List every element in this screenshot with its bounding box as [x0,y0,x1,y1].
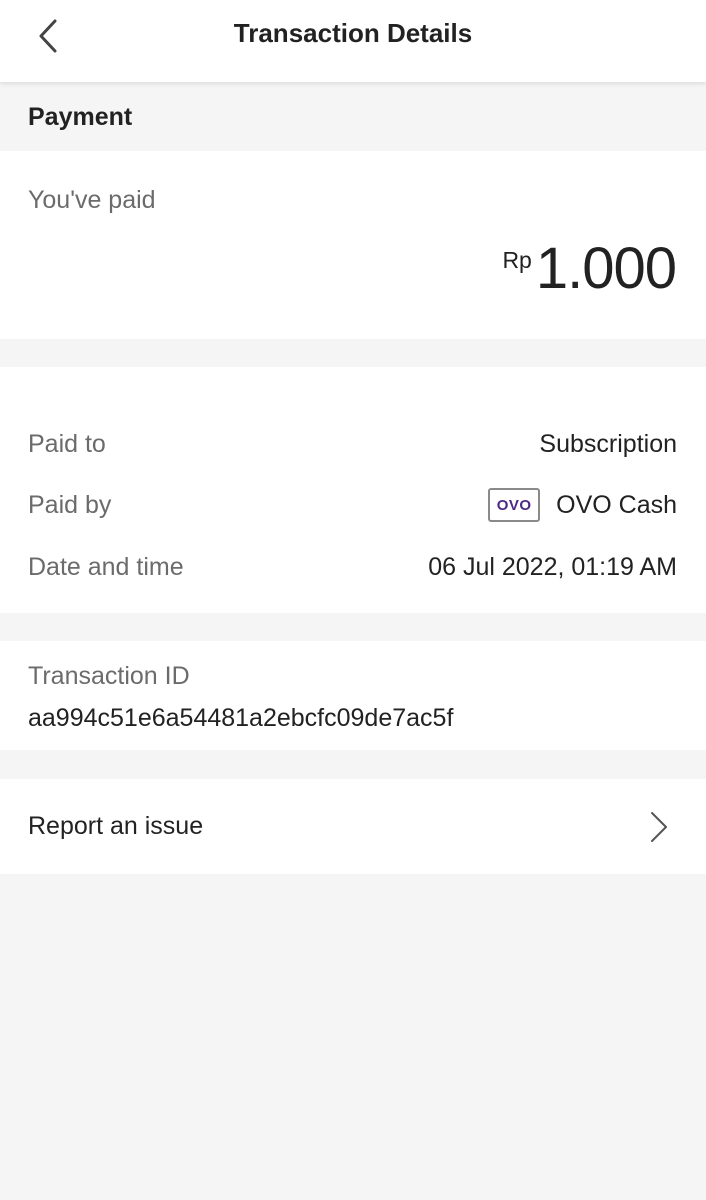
amount-display: Rp 1.000 [502,236,677,301]
detail-label: Date and time [28,552,184,581]
section-label-payment: Payment [28,103,133,131]
detail-value: OVO Cash [556,490,677,519]
paid-label: You've paid [28,186,156,214]
detail-value: Subscription [539,429,677,458]
currency-label: Rp [502,247,532,273]
transaction-id-value[interactable]: aa994c51e6a54481a2ebcfc09de7ac5f [28,704,453,733]
payment-method: OVO OVO Cash [488,488,677,522]
amount-value: 1.000 [535,236,677,301]
transaction-id-label: Transaction ID [28,662,190,690]
report-issue-button[interactable]: Report an issue [0,779,706,874]
details-card: Paid to Subscription Paid by OVO OVO Cas… [0,367,706,613]
report-issue-label: Report an issue [28,812,204,840]
page-title: Transaction Details [233,18,473,48]
app-header: Transaction Details [0,0,706,82]
detail-value: 06 Jul 2022, 01:19 AM [428,552,677,581]
amount-card: You've paid Rp 1.000 [0,151,706,339]
detail-row-paid-by: Paid by OVO OVO Cash [28,485,677,525]
ovo-logo-icon: OVO [488,488,541,522]
transaction-id-card: Transaction ID aa994c51e6a54481a2ebcfc09… [0,641,706,750]
detail-row-date-time: Date and time 06 Jul 2022, 01:19 AM [28,547,677,587]
detail-label: Paid to [28,429,106,458]
chevron-right-icon [651,812,667,842]
detail-row-paid-to: Paid to Subscription [28,424,677,464]
detail-label: Paid by [28,490,112,519]
